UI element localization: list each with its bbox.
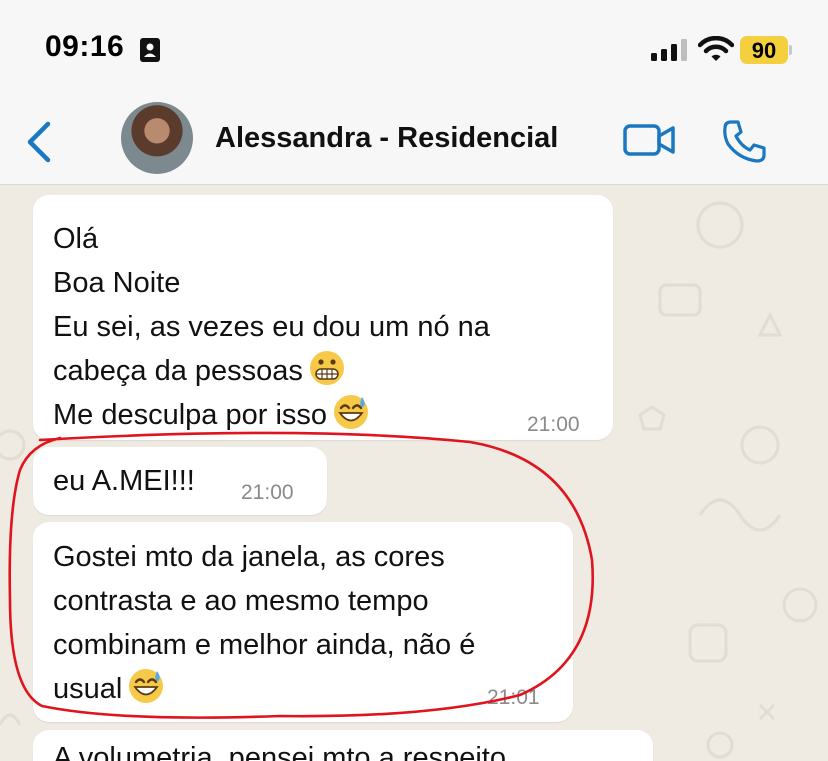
message-time: 21:00	[527, 413, 580, 436]
message-line: Eu sei, as vezes eu dou um nó na	[53, 311, 490, 343]
message-line: Me desculpa por isso	[53, 399, 328, 431]
contact-name[interactable]: Alessandra - Residencial	[215, 122, 558, 155]
message-line: Boa Noite	[53, 267, 181, 299]
message-time: 21:00	[241, 481, 294, 504]
message-bubble[interactable]: A volumetria, pensei mto a respeito	[33, 730, 653, 761]
grimacing-face-emoji	[309, 351, 344, 385]
sweat-smile-emoji	[334, 395, 369, 429]
avatar[interactable]	[121, 102, 193, 174]
message-bubble[interactable]: Olá Boa Noite Eu sei, as vezes eu dou um…	[33, 195, 613, 440]
message-line: eu A.MEI!!!	[53, 465, 195, 497]
phone-call-icon[interactable]	[721, 118, 767, 164]
battery-percent: 90	[751, 38, 777, 63]
message-line: Olá	[53, 223, 99, 255]
message-line: A volumetria, pensei mto a respeito	[53, 742, 506, 761]
message-line: usual	[53, 673, 123, 705]
message-bubble[interactable]: eu A.MEI!!! 21:00	[33, 447, 327, 515]
message-time: 21:01	[487, 686, 540, 709]
status-bar: 09:16 90	[0, 0, 828, 100]
message-line: contrasta e ao mesmo tempo	[53, 585, 429, 617]
chat-area[interactable]: Olá Boa Noite Eu sei, as vezes eu dou um…	[0, 185, 828, 761]
status-time: 09:16	[45, 30, 125, 63]
chat-header: Alessandra - Residencial	[0, 100, 828, 185]
wifi-icon	[698, 36, 734, 61]
video-call-icon[interactable]	[622, 120, 676, 160]
sweat-smile-emoji	[129, 669, 164, 703]
signal-icon	[651, 39, 687, 61]
message-line: Gostei mto da janela, as cores	[53, 541, 445, 573]
battery-icon: 90	[740, 36, 792, 64]
message-line: combinam e melhor ainda, não é	[53, 629, 476, 661]
id-card-icon	[140, 38, 160, 62]
back-chevron-icon[interactable]	[24, 120, 54, 164]
message-bubble[interactable]: Gostei mto da janela, as cores contrasta…	[33, 522, 573, 722]
message-line: cabeça da pessoas	[53, 355, 303, 387]
